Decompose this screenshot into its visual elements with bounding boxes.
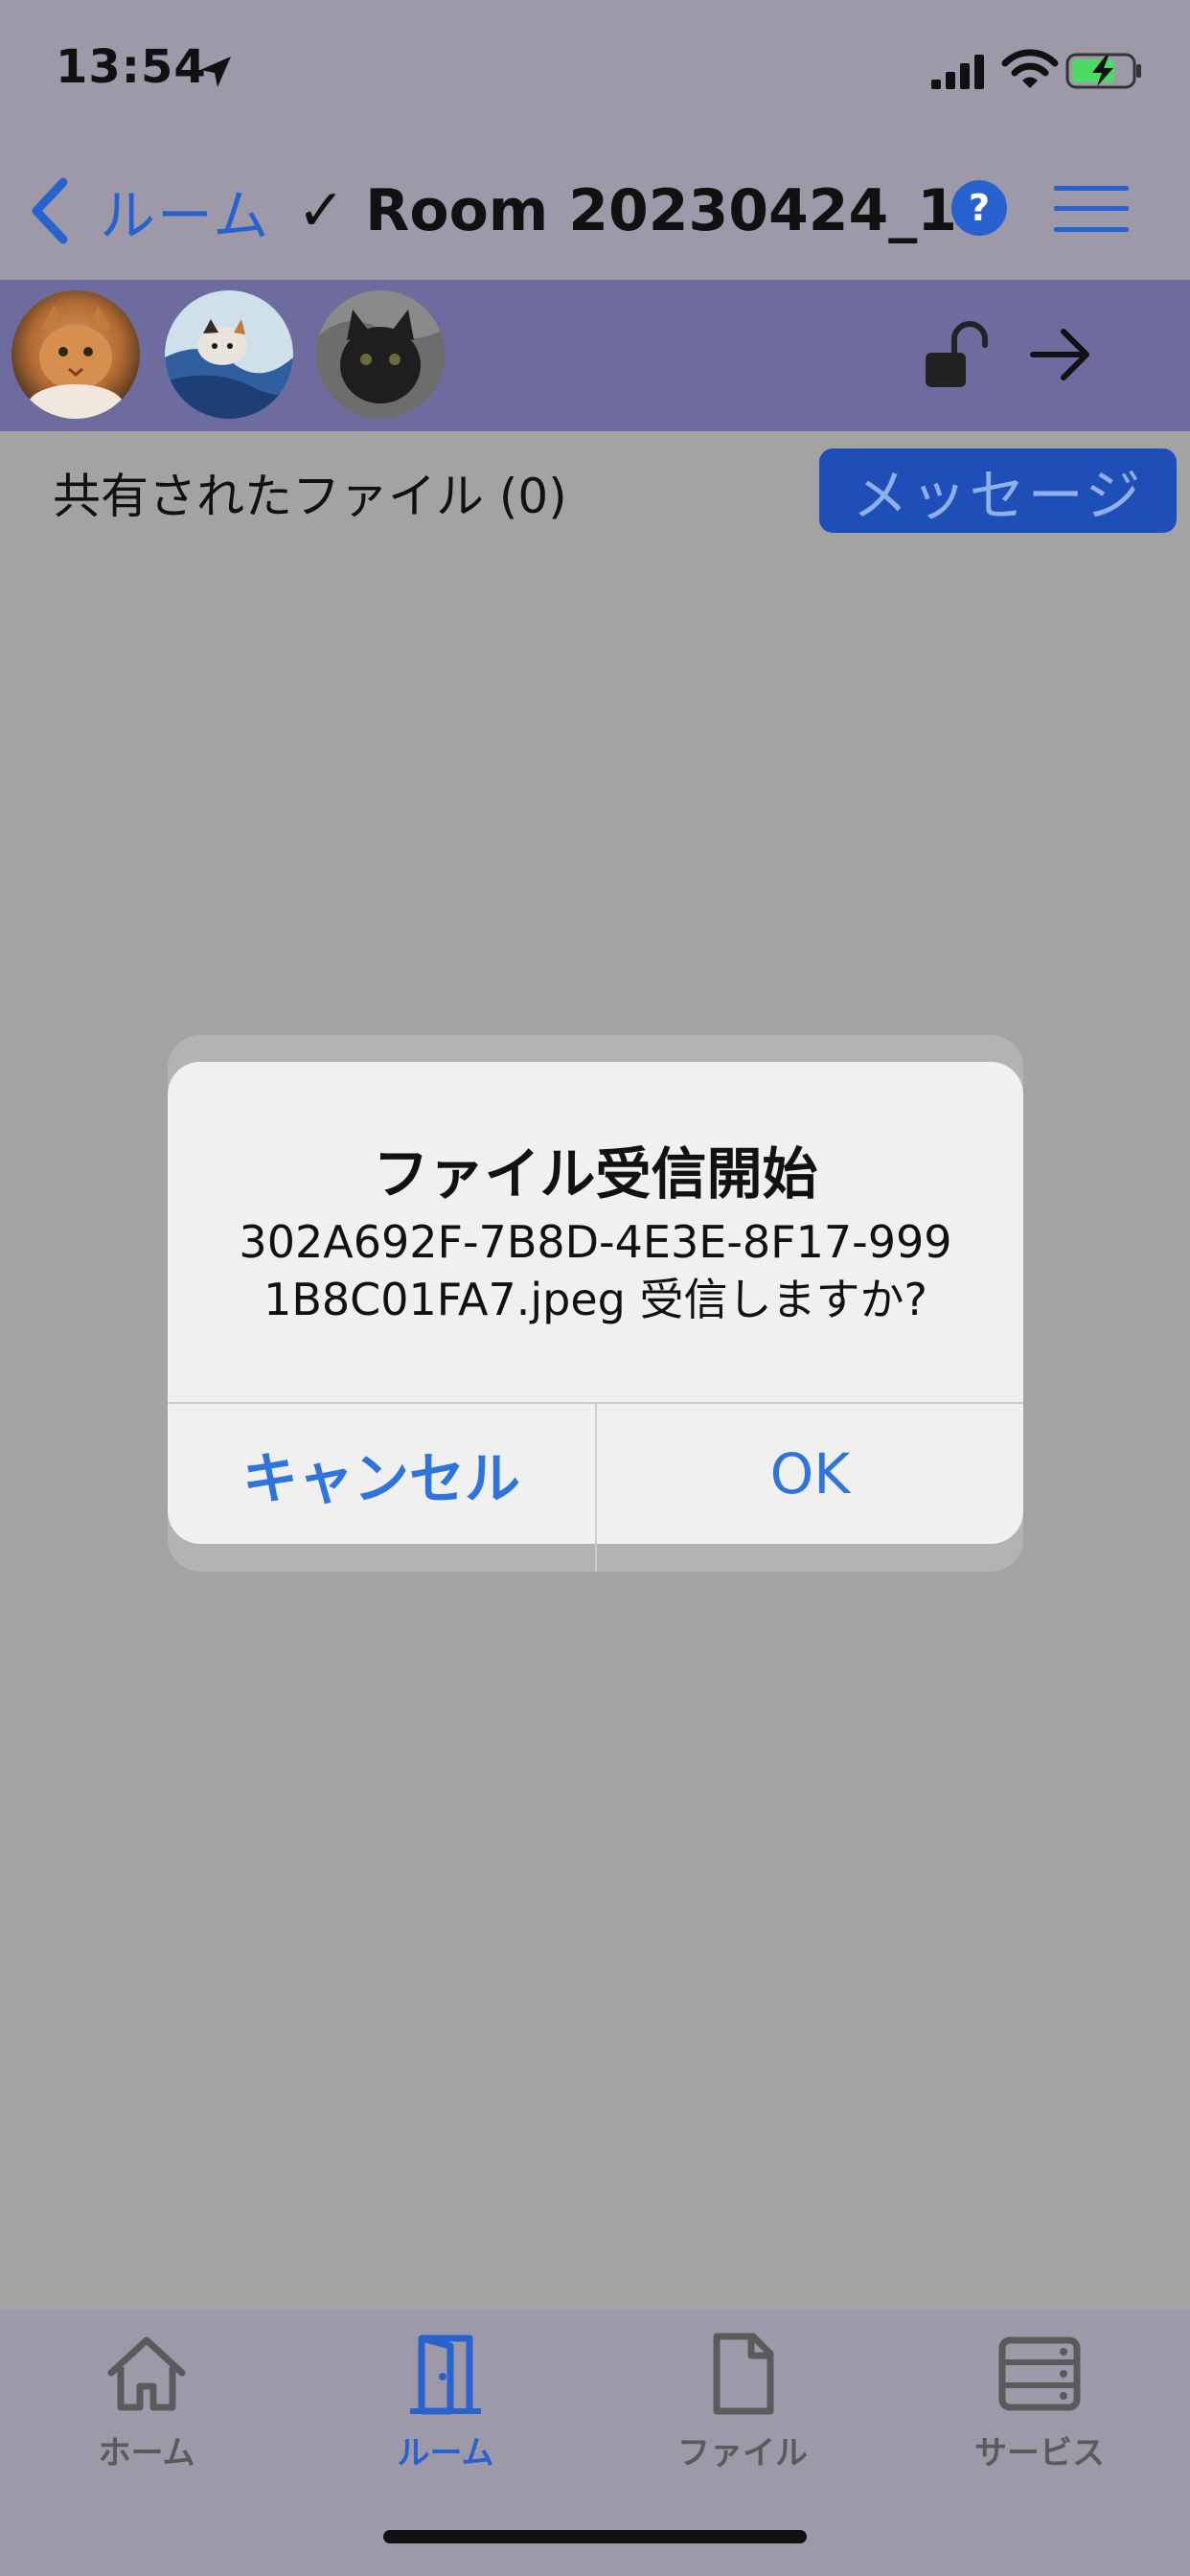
- back-label: ルーム: [100, 183, 271, 248]
- member-bar: [0, 280, 1190, 431]
- avatar-calico-cat[interactable]: [165, 290, 293, 419]
- chevron-left-icon: [32, 177, 68, 244]
- door-icon: [410, 2334, 481, 2415]
- avatar-orange-cat[interactable]: [11, 290, 140, 419]
- dialog-message-line-2: 1B8C01FA7.jpeg 受信しますか?: [263, 1274, 927, 1325]
- cancel-button[interactable]: キャンセル: [168, 1404, 595, 1544]
- arrow-right-icon[interactable]: [1027, 326, 1094, 383]
- home-indicator[interactable]: [383, 2530, 807, 2543]
- battery-charging-icon: [1065, 53, 1141, 89]
- dialog-lower-divider: [595, 1544, 597, 1572]
- shared-files-label: 共有されたファイル (0): [53, 469, 567, 524]
- ok-button[interactable]: OK: [597, 1404, 1023, 1544]
- tab-services[interactable]: サービス: [944, 2331, 1135, 2472]
- wifi-icon: [1001, 49, 1059, 88]
- unlocked-lock-icon[interactable]: [922, 320, 995, 391]
- tab-room-label: ルーム: [397, 2434, 494, 2472]
- tab-home-label: ホーム: [98, 2434, 195, 2472]
- tab-home[interactable]: ホーム: [51, 2331, 242, 2472]
- cellular-signal-icon: [931, 55, 984, 89]
- status-time: 13:54: [56, 40, 207, 94]
- tab-room[interactable]: ルーム: [350, 2331, 541, 2472]
- file-receive-dialog: ファイル受信開始 302A692F-7B8D-4E3E-8F17-999 1B8…: [168, 1062, 1023, 1544]
- avatar-black-cat[interactable]: [316, 290, 445, 419]
- dialog-title: ファイル受信開始: [373, 1141, 818, 1207]
- tab-files[interactable]: ファイル: [647, 2331, 838, 2472]
- server-icon: [998, 2336, 1081, 2411]
- back-button[interactable]: ルーム: [25, 172, 270, 249]
- tab-files-label: ファイル: [677, 2434, 808, 2472]
- dialog-message: 302A692F-7B8D-4E3E-8F17-999 1B8C01FA7.jp…: [168, 1213, 1023, 1328]
- location-arrow-icon: [200, 57, 231, 87]
- help-button[interactable]: ?: [951, 180, 1007, 236]
- home-icon: [107, 2336, 186, 2411]
- navigation-bar: ルーム ✓ Room 20230424_1 ?: [0, 144, 1190, 280]
- tab-services-label: サービス: [974, 2434, 1105, 2472]
- hamburger-menu-icon[interactable]: [1052, 184, 1131, 234]
- status-bar: 13:54: [0, 0, 1190, 144]
- dialog-message-line-1: 302A692F-7B8D-4E3E-8F17-999: [239, 1216, 952, 1268]
- file-icon: [713, 2333, 774, 2415]
- message-button[interactable]: メッセージ: [819, 448, 1177, 533]
- room-title: ✓ Room 20230424_1: [297, 177, 957, 244]
